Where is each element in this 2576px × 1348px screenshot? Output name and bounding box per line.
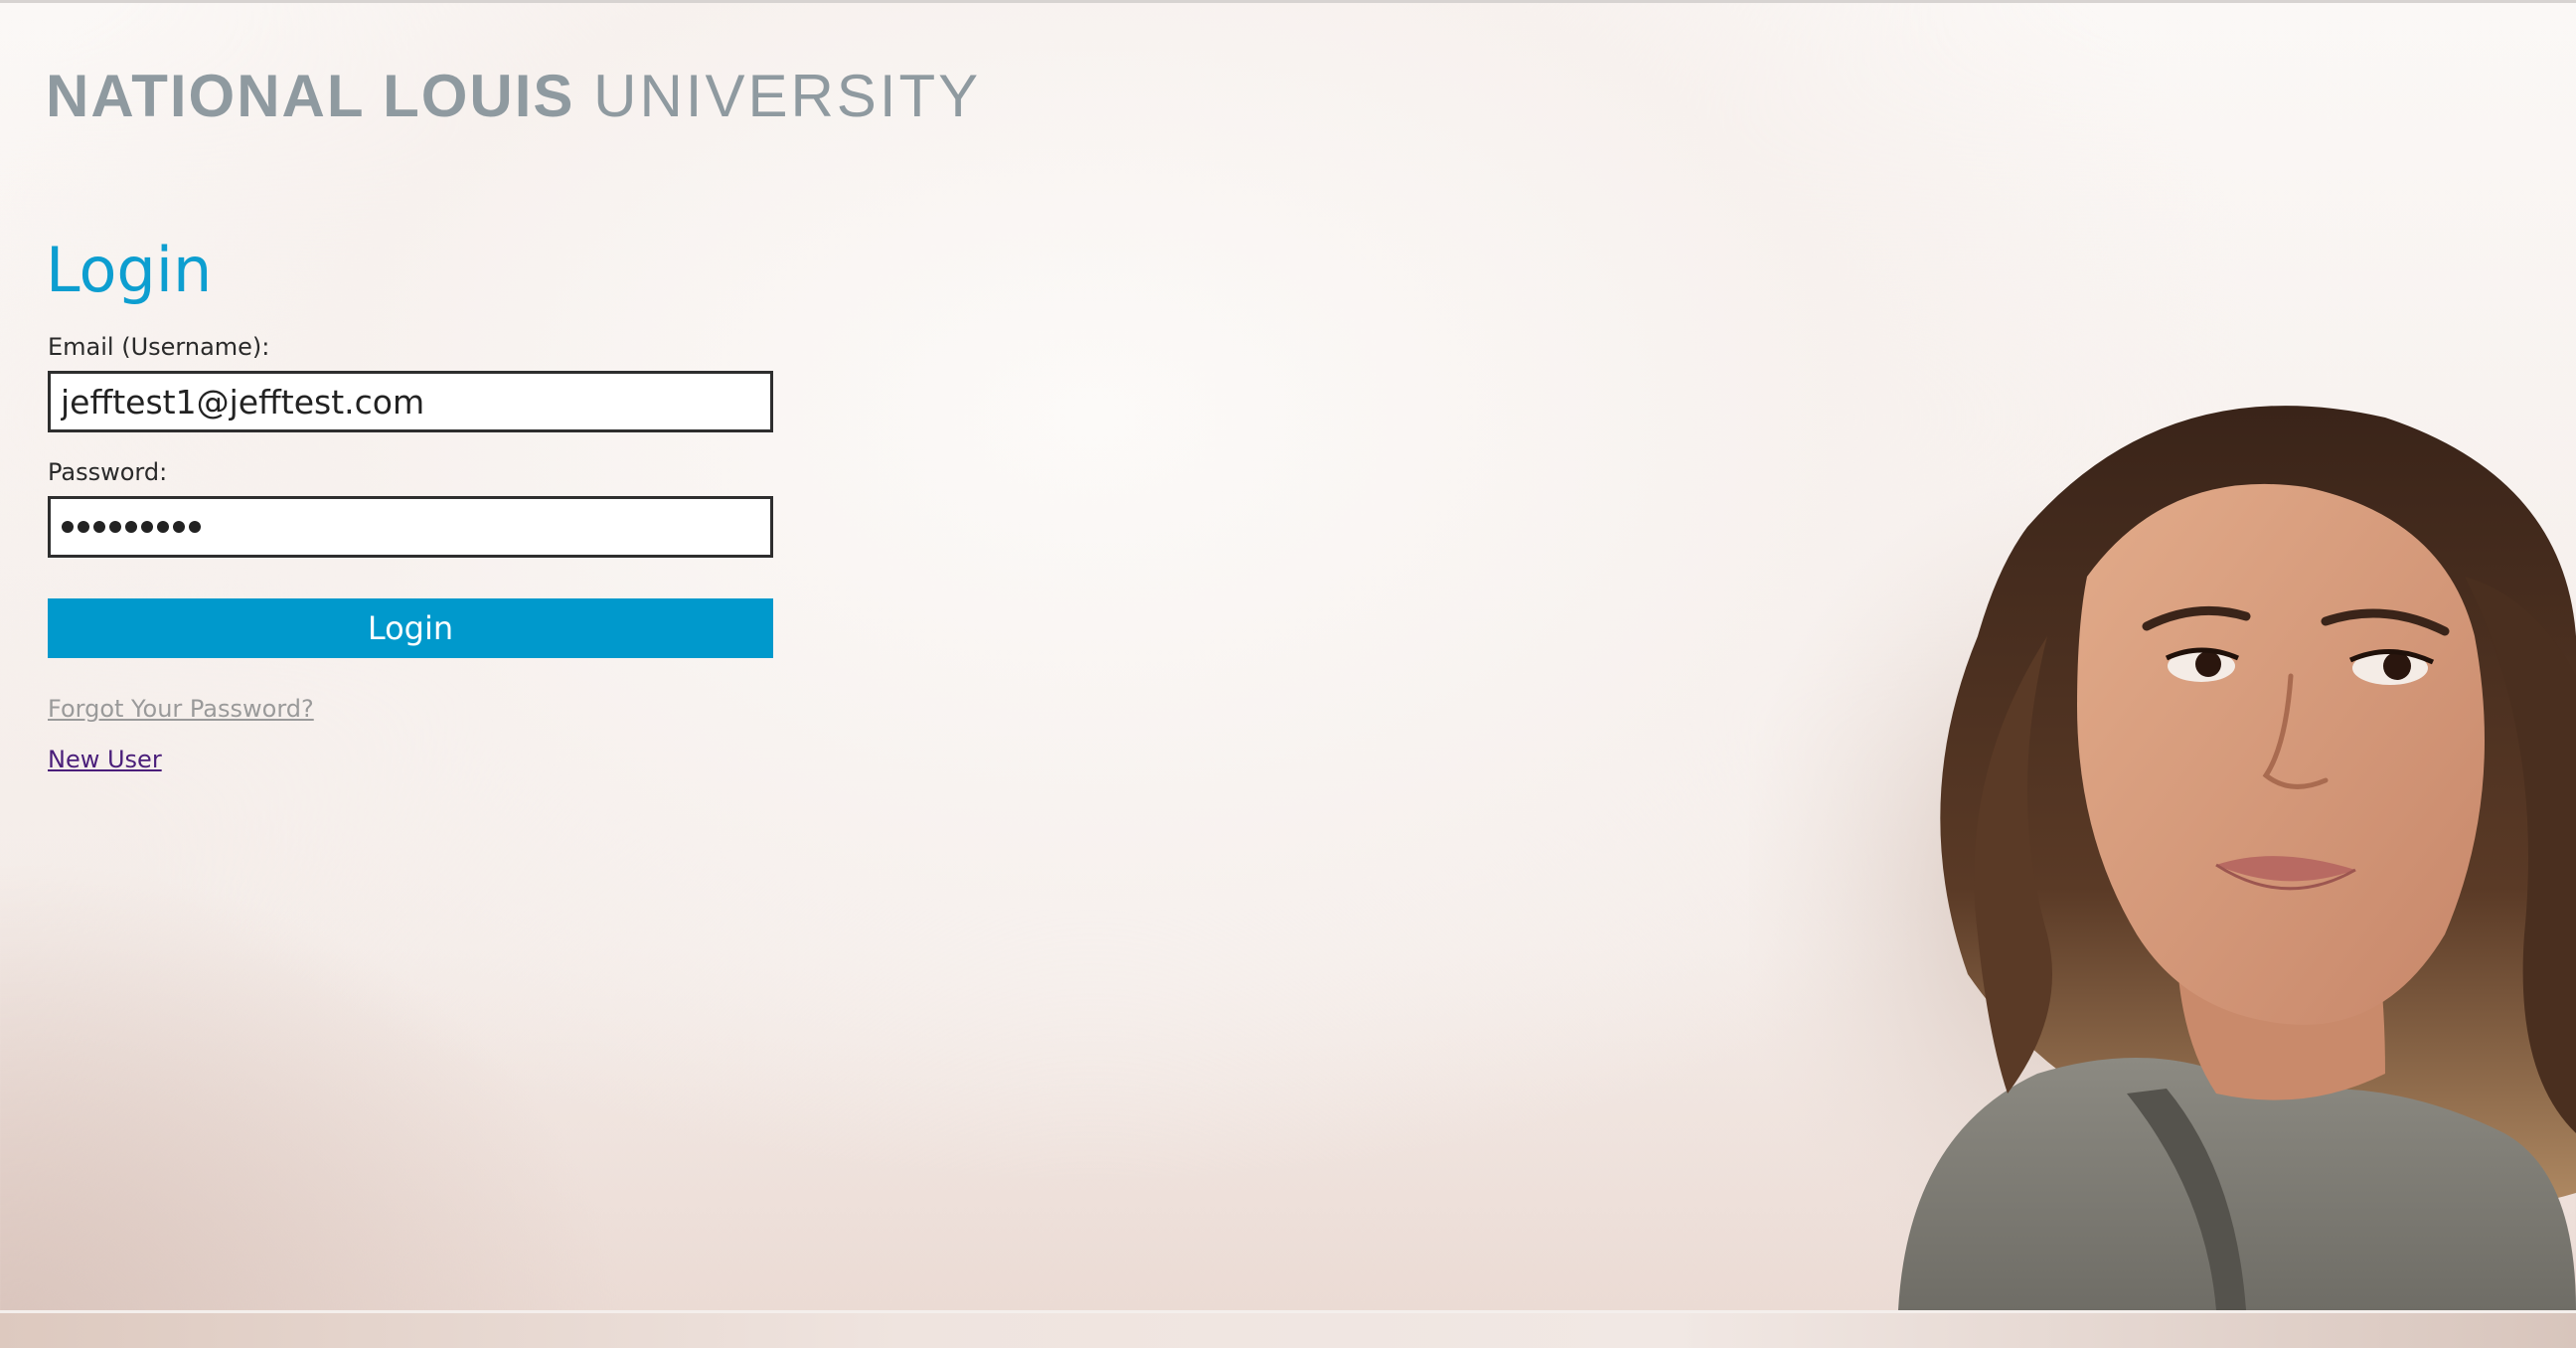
- password-field[interactable]: [48, 496, 773, 558]
- footer-bar: [0, 1310, 2576, 1348]
- logo-light-text: UNIVERSITY: [593, 63, 982, 129]
- top-border: [0, 0, 2576, 3]
- page-title: Login: [46, 234, 213, 306]
- new-user-link[interactable]: New User: [48, 745, 162, 774]
- email-field[interactable]: [48, 371, 773, 432]
- forgot-password-link[interactable]: Forgot Your Password?: [48, 694, 314, 724]
- email-label: Email (Username):: [48, 333, 270, 361]
- logo-bold-text: NATIONAL LOUIS: [46, 63, 575, 129]
- university-logo: NATIONAL LOUIS UNIVERSITY: [46, 62, 981, 130]
- password-label: Password:: [48, 458, 168, 486]
- student-photo: [1749, 378, 2576, 1310]
- login-button[interactable]: Login: [48, 598, 773, 658]
